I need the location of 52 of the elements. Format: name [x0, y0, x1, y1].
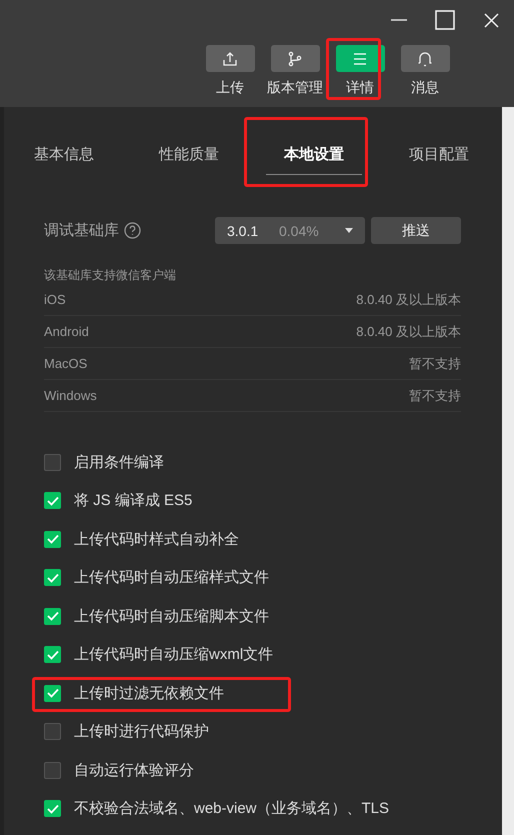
- toolbar-label: 版本管理: [267, 78, 323, 96]
- close-icon[interactable]: [484, 12, 498, 28]
- checkbox[interactable]: [44, 762, 61, 779]
- setting-label: 调试基础库: [44, 221, 119, 240]
- branch-icon: [287, 50, 303, 66]
- option-label: 启用条件编译: [74, 452, 164, 472]
- checkbox[interactable]: [44, 608, 61, 625]
- upload-icon: [222, 50, 238, 66]
- support-value: 8.0.40 及以上版本: [356, 290, 461, 308]
- checkbox[interactable]: [44, 684, 61, 702]
- caret-icon: [345, 228, 353, 233]
- platform-name: iOS: [44, 292, 66, 307]
- checkbox[interactable]: [44, 454, 61, 471]
- option-label: 不校验合法域名、web-view（业务域名）、TLS: [74, 799, 390, 818]
- bell-icon: [418, 50, 432, 66]
- option-label: 上传时进行代码保护: [74, 722, 209, 742]
- help-icon[interactable]: [124, 222, 141, 239]
- checkbox[interactable]: [44, 569, 61, 586]
- tab[interactable]: 性能质量: [141, 131, 237, 175]
- checkbox[interactable]: [44, 723, 61, 740]
- toolbar-label: 上传: [216, 78, 244, 96]
- checkbox[interactable]: [44, 646, 61, 664]
- toolbar-label: 详情: [346, 78, 374, 96]
- option-label: 上传代码时自动压缩样式文件: [74, 568, 269, 588]
- option-label: 上传代码时样式自动补全: [74, 530, 239, 549]
- option-label: 上传代码时自动压缩脚本文件: [74, 606, 269, 626]
- toolbar-button[interactable]: [400, 45, 450, 72]
- support-value: 8.0.40 及以上版本: [356, 322, 461, 340]
- version-dropdown[interactable]: 3.0.1 0.04%: [215, 217, 365, 244]
- support-value: 暂不支持: [409, 354, 461, 372]
- support-title: 该基础库支持微信客户端: [44, 267, 177, 284]
- platform-name: MacOS: [44, 356, 88, 371]
- tab[interactable]: 本地设置: [266, 131, 362, 175]
- support-value: 暂不支持: [409, 386, 461, 404]
- option-label: 上传时过滤无依赖文件: [74, 684, 224, 703]
- tab[interactable]: 基本信息: [16, 131, 112, 175]
- platform-name: Windows: [44, 388, 97, 403]
- push-button[interactable]: 推送: [371, 217, 461, 244]
- toolbar-button[interactable]: [336, 45, 384, 72]
- maximize-icon[interactable]: [435, 10, 455, 30]
- checkbox[interactable]: [44, 800, 61, 818]
- option-label: 将 JS 编译成 ES5: [74, 491, 192, 510]
- toolbar-button[interactable]: [206, 45, 254, 72]
- checkbox[interactable]: [44, 530, 61, 548]
- tab[interactable]: 项目配置: [391, 131, 487, 175]
- platform-name: Android: [44, 324, 89, 339]
- toolbar-button[interactable]: [270, 45, 320, 72]
- option-label: 上传代码时自动压缩wxml文件: [74, 645, 274, 664]
- toolbar-label: 消息: [411, 78, 439, 96]
- checkbox[interactable]: [44, 492, 61, 510]
- menu-icon: [353, 52, 367, 64]
- option-label: 自动运行体验评分: [74, 760, 194, 780]
